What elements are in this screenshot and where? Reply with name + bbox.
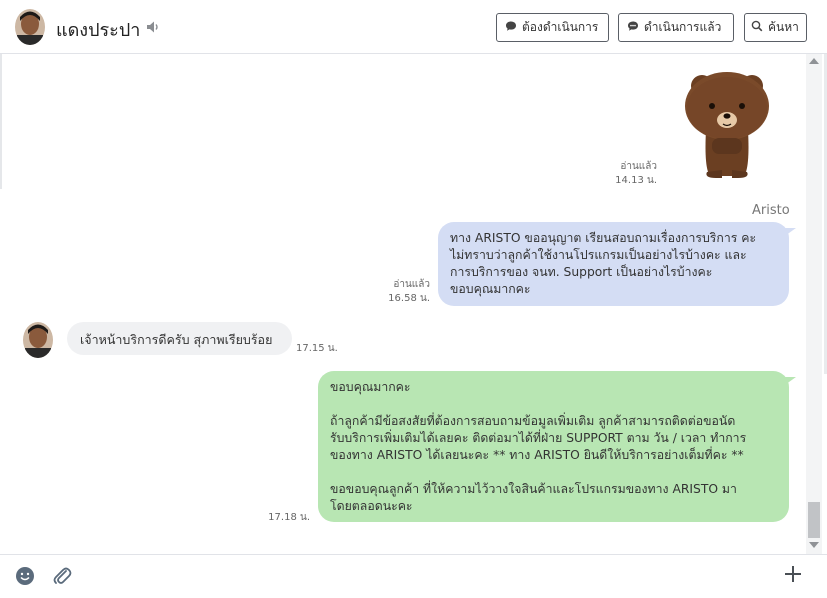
read-status: อ่านแล้ว: [393, 279, 430, 290]
done-button-label: ดำเนินการแล้ว: [644, 20, 722, 34]
search-icon: [751, 20, 768, 35]
search-button-label: ค้นหา: [768, 20, 799, 34]
out1-meta: อ่านแล้ว 16.58 น.: [370, 278, 430, 306]
sticker-meta: อ่านแล้ว 14.13 น.: [600, 160, 657, 188]
scroll-up-arrow[interactable]: [809, 58, 819, 64]
message-time: 14.13 น.: [615, 175, 657, 186]
scrollbar-track[interactable]: [806, 54, 822, 554]
done-button[interactable]: ดำเนินการแล้ว: [618, 13, 734, 42]
incoming-message: เจ้าหน้าบริการดีครับ สุภาพเรียบร้อย: [67, 322, 292, 355]
chat-header: แดงประปา ต้องดำเนินการ ดำเนินการแล้ว ค้น…: [0, 0, 827, 54]
contact-name: แดงประปา: [56, 20, 141, 41]
read-status: อ่านแล้ว: [620, 161, 657, 172]
emoji-icon[interactable]: [15, 566, 35, 590]
outgoing-message: ทาง ARISTO ขออนุญาต เรียนสอบถามเรื่องการ…: [438, 222, 789, 306]
bubble-tail: [782, 228, 796, 238]
chat-icon: [505, 20, 522, 35]
todo-button-label: ต้องดำเนินการ: [522, 20, 599, 34]
contact-avatar[interactable]: [23, 322, 53, 358]
chat-icon: [627, 20, 644, 35]
scroll-down-arrow[interactable]: [809, 542, 819, 548]
panel-divider: [0, 54, 2, 189]
outgoing-message: ขอบคุณมากคะ ถ้าลูกค้ามีข้อสงสัยที่ต้องกา…: [318, 371, 789, 522]
speaker-icon[interactable]: [145, 19, 161, 35]
bear-sticker[interactable]: [682, 68, 772, 180]
message-time: 17.18 น.: [268, 512, 310, 523]
bubble-tail: [782, 377, 796, 387]
search-button[interactable]: ค้นหา: [744, 13, 807, 42]
todo-button[interactable]: ต้องดำเนินการ: [496, 13, 609, 42]
sender-name: Aristo: [752, 203, 790, 218]
message-time: 16.58 น.: [388, 293, 430, 304]
paperclip-icon[interactable]: [52, 565, 72, 591]
message-time: 17.15 น.: [296, 343, 338, 354]
message-composer: [0, 554, 827, 598]
scrollbar-thumb[interactable]: [808, 502, 820, 538]
contact-avatar[interactable]: [15, 9, 45, 45]
plus-icon[interactable]: [783, 564, 803, 588]
